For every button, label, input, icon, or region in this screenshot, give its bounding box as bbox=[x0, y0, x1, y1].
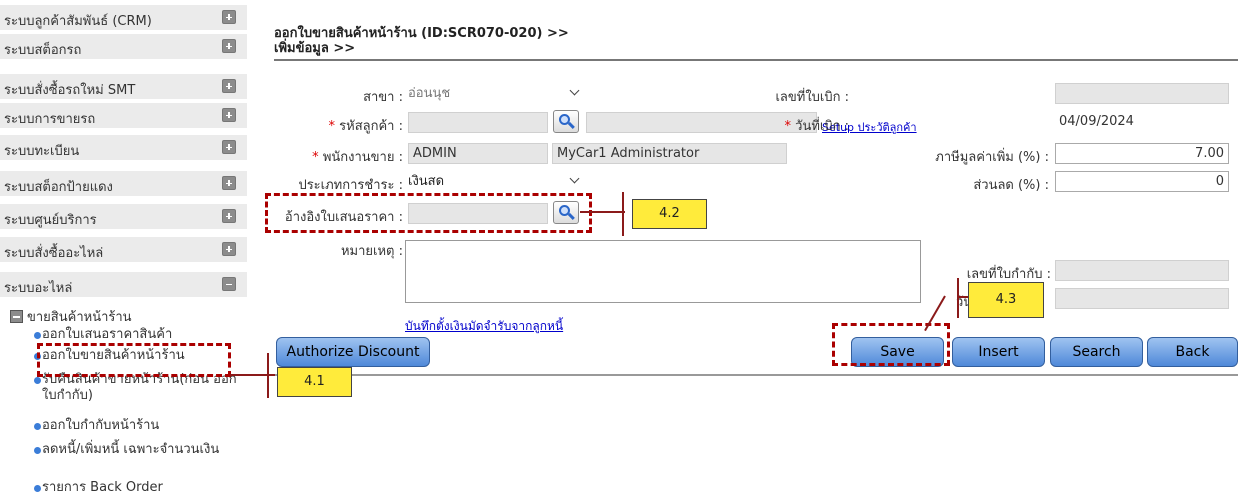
sidebar-item-crm[interactable]: ระบบลูกค้าสัมพันธ์ (CRM) bbox=[0, 5, 247, 32]
sidebar-item-red-plate-stock[interactable]: ระบบสต็อกป้ายแดง bbox=[0, 171, 247, 198]
callout-4-2: 4.2 bbox=[632, 199, 707, 229]
subgroup-label: ขายสินค้าหน้าร้าน bbox=[27, 310, 132, 325]
chevron-down-icon bbox=[569, 173, 580, 184]
bullet-icon bbox=[34, 423, 41, 430]
branch-value: อ่อนนุช bbox=[408, 86, 451, 101]
callout-line-4-2 bbox=[580, 211, 625, 213]
sidebar-item-label: ระบบศูนย์บริการ bbox=[4, 213, 97, 228]
back-button[interactable]: Back bbox=[1147, 337, 1238, 367]
subitem-debit-credit[interactable]: ลดหนี้/เพิ่มหนี้ เฉพาะจำนวนเงิน bbox=[34, 442, 242, 458]
bullet-icon bbox=[34, 447, 41, 454]
branch-label: สาขา : bbox=[363, 90, 403, 105]
sidebar-item-label: ระบบทะเบียน bbox=[4, 144, 80, 159]
requisition-no-label: เลขที่ใบเบิก : bbox=[775, 90, 849, 105]
sidebar-item-label: ระบบสั่งซื้ออะไหล่ bbox=[4, 246, 104, 261]
expand-icon[interactable] bbox=[222, 176, 236, 190]
highlight-box-4-3 bbox=[832, 323, 950, 366]
sidebar-item-new-car-order[interactable]: ระบบสั่งซื้อรถใหม่ SMT bbox=[0, 74, 247, 101]
button-divider bbox=[274, 374, 1238, 376]
invoice-no-label: เลขที่ใบกำกับ : bbox=[966, 267, 1051, 282]
sidebar-item-car-stock[interactable]: ระบบสต็อกรถ bbox=[0, 34, 247, 61]
sidebar-item-label: ระบบการขายรถ bbox=[4, 112, 96, 127]
sidebar-item-car-sales[interactable]: ระบบการขายรถ bbox=[0, 103, 247, 130]
sidebar-item-registration[interactable]: ระบบทะเบียน bbox=[0, 135, 247, 162]
sidebar: ระบบลูกค้าสัมพันธ์ (CRM) ระบบสต็อกรถ ระบ… bbox=[0, 0, 253, 499]
subitem-label: รายการ Back Order bbox=[42, 480, 163, 495]
vat-field[interactable]: 7.00 bbox=[1055, 143, 1229, 164]
callout-bar-4-1 bbox=[267, 353, 269, 398]
expand-icon[interactable] bbox=[222, 10, 236, 24]
salesperson-label: * พนักงานขาย : bbox=[312, 150, 403, 165]
expand-icon[interactable] bbox=[222, 39, 236, 53]
customer-search-icon[interactable] bbox=[553, 110, 579, 133]
customer-name-field[interactable] bbox=[586, 112, 817, 133]
expand-icon[interactable] bbox=[222, 140, 236, 154]
subitem-counter-invoice[interactable]: ออกใบกำกับหน้าร้าน bbox=[34, 418, 160, 434]
discount-label: ส่วนลด (%) : bbox=[973, 178, 1049, 193]
requisition-date-value: 04/09/2024 bbox=[1059, 114, 1134, 129]
subitem-quotation[interactable]: ออกใบเสนอราคาสินค้า bbox=[34, 327, 173, 343]
payment-type-select[interactable]: เงินสด bbox=[408, 171, 582, 192]
invoice-date-field bbox=[1055, 288, 1229, 309]
salesperson-name-field: MyCar1 Administrator bbox=[552, 143, 787, 164]
salesperson-code-field[interactable]: ADMIN bbox=[408, 143, 548, 164]
expand-icon[interactable] bbox=[222, 79, 236, 93]
customer-code-label: * รหัสลูกค้า : bbox=[328, 119, 403, 134]
invoice-no-field bbox=[1055, 260, 1229, 281]
requisition-no-field bbox=[1055, 83, 1229, 104]
subitem-label: ลดหนี้/เพิ่มหนี้ เฉพาะจำนวนเงิน bbox=[42, 442, 220, 457]
callout-bar-4-3 bbox=[957, 278, 959, 318]
vat-label: ภาษีมูลค่าเพิ่ม (%) : bbox=[935, 150, 1049, 165]
highlight-box-4-2 bbox=[265, 193, 592, 233]
remark-label: หมายเหตุ : bbox=[340, 244, 403, 259]
deposit-link[interactable]: บันทึกตั้งเงินมัดจำรับจากลูกหนี้ bbox=[405, 317, 563, 336]
subitem-label: ออกใบกำกับหน้าร้าน bbox=[42, 418, 160, 433]
callout-bar-4-2 bbox=[622, 192, 624, 236]
payment-type-label: ประเภทการชำระ : bbox=[298, 178, 403, 193]
sidebar-item-service-center[interactable]: ระบบศูนย์บริการ bbox=[0, 204, 247, 231]
subitem-back-order[interactable]: รายการ Back Order bbox=[34, 480, 163, 496]
page-title-line1: ออกใบขายสินค้าหน้าร้าน (ID:SCR070-020) >… bbox=[274, 26, 569, 41]
bullet-icon bbox=[34, 377, 41, 384]
bullet-icon bbox=[34, 485, 41, 492]
chevron-down-icon bbox=[569, 85, 580, 96]
collapse-icon[interactable] bbox=[222, 277, 236, 291]
authorize-discount-button[interactable]: Authorize Discount bbox=[276, 337, 430, 367]
sidebar-item-label: ระบบสต็อกรถ bbox=[4, 43, 82, 58]
page-title-line2: เพิ่มข้อมูล >> bbox=[274, 41, 356, 56]
callout-4-3: 4.3 bbox=[968, 282, 1044, 318]
sidebar-item-label: ระบบสั่งซื้อรถใหม่ SMT bbox=[4, 83, 136, 98]
sidebar-item-label: ระบบลูกค้าสัมพันธ์ (CRM) bbox=[4, 14, 152, 29]
title-divider bbox=[274, 59, 1238, 61]
bullet-icon bbox=[34, 332, 41, 339]
payment-type-value: เงินสด bbox=[408, 174, 445, 189]
search-button[interactable]: Search bbox=[1050, 337, 1143, 367]
insert-button[interactable]: Insert bbox=[952, 337, 1045, 367]
sidebar-item-parts[interactable]: ระบบอะไหล่ bbox=[0, 272, 247, 299]
subgroup-counter-sales[interactable]: ขายสินค้าหน้าร้าน bbox=[10, 306, 132, 327]
remark-textarea[interactable] bbox=[405, 240, 921, 303]
sidebar-item-parts-order[interactable]: ระบบสั่งซื้ออะไหล่ bbox=[0, 237, 247, 264]
sidebar-item-label: ระบบอะไหล่ bbox=[4, 281, 73, 296]
callout-4-1: 4.1 bbox=[277, 367, 352, 397]
customer-code-field[interactable] bbox=[408, 112, 548, 133]
requisition-date-label: * วันที่เบิก : bbox=[784, 119, 849, 134]
subitem-label: ออกใบเสนอราคาสินค้า bbox=[42, 327, 173, 342]
expand-icon[interactable] bbox=[222, 108, 236, 122]
discount-field[interactable]: 0 bbox=[1055, 171, 1229, 192]
expand-icon[interactable] bbox=[222, 209, 236, 223]
page-title: ออกใบขายสินค้าหน้าร้าน (ID:SCR070-020) >… bbox=[274, 26, 569, 56]
sidebar-item-label: ระบบสต็อกป้ายแดง bbox=[4, 180, 113, 195]
expand-icon[interactable] bbox=[222, 242, 236, 256]
highlight-box-4-1 bbox=[37, 343, 231, 377]
branch-select[interactable]: อ่อนนุช bbox=[408, 83, 582, 104]
collapse-icon[interactable] bbox=[10, 310, 23, 323]
